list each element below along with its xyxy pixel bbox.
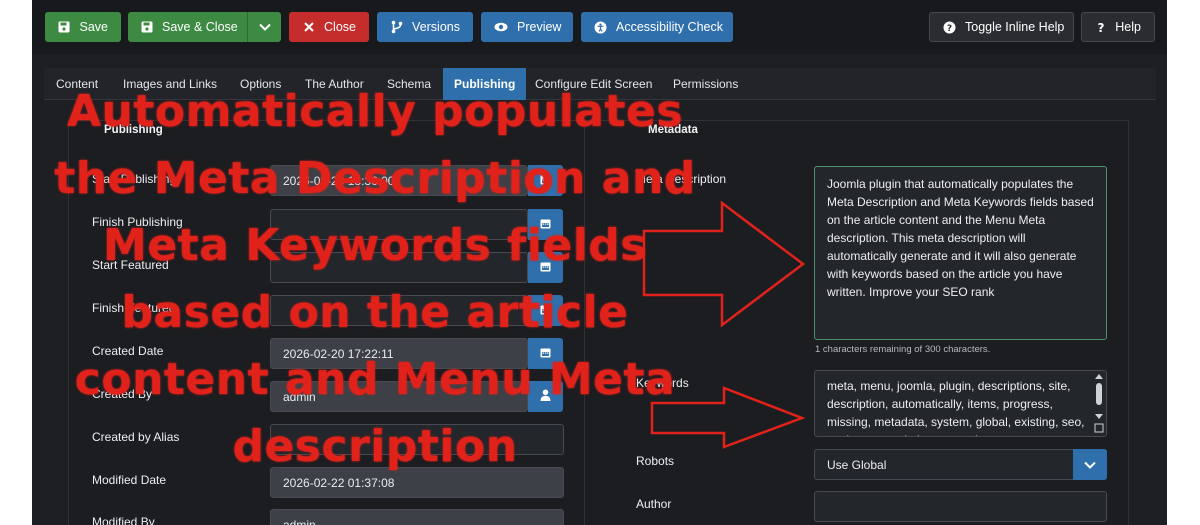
- modified-by-label: Modified By: [92, 515, 155, 525]
- tab-options[interactable]: Options: [240, 68, 281, 100]
- tab-the-author[interactable]: The Author: [305, 68, 364, 100]
- finish-publishing-input[interactable]: [270, 209, 528, 240]
- finish-featured-label: Finish Featured: [92, 301, 176, 315]
- start-publishing-input[interactable]: 2026-02-20 18:36:00: [270, 165, 528, 196]
- tab-images-and-links[interactable]: Images and Links: [123, 68, 217, 100]
- meta-description-textarea[interactable]: Joomla plugin that automatically populat…: [814, 166, 1107, 340]
- robots-label: Robots: [636, 454, 675, 468]
- calendar-icon: [540, 304, 551, 318]
- scrollbar[interactable]: [1094, 373, 1104, 433]
- floppy-disk-icon: [141, 20, 153, 34]
- calendar-icon: [540, 218, 551, 232]
- calendar-icon: [540, 174, 551, 188]
- publishing-legend: Publishing: [104, 124, 163, 136]
- metadata-legend: Metadata: [648, 124, 698, 136]
- close-button[interactable]: Close: [289, 12, 369, 42]
- start-featured-input[interactable]: [270, 252, 528, 283]
- created-by-alias-input[interactable]: [270, 424, 564, 455]
- floppy-disk-icon: [58, 20, 71, 34]
- calendar-button[interactable]: [528, 252, 563, 283]
- modified-by-input: admin: [270, 509, 564, 525]
- code-branch-icon: [390, 20, 403, 34]
- calendar-button[interactable]: [528, 209, 563, 240]
- author-label: Author: [636, 497, 672, 511]
- versions-label: Versions: [412, 20, 460, 34]
- question-icon: ?: [1095, 20, 1106, 34]
- preview-button[interactable]: Preview: [481, 12, 573, 42]
- created-by-label: Created By: [92, 387, 153, 401]
- keywords-label: Keywords: [636, 376, 689, 390]
- save-button[interactable]: Save: [45, 12, 121, 42]
- finish-publishing-label: Finish Publishing: [92, 215, 183, 229]
- created-by-alias-label: Created by Alias: [92, 430, 180, 444]
- tab-content[interactable]: Content: [56, 68, 98, 100]
- keywords-value: meta, menu, joomla, plugin, descriptions…: [827, 379, 1085, 436]
- question-circle-icon: ?: [943, 20, 956, 34]
- save-close-label: Save & Close: [162, 20, 238, 34]
- start-featured-label: Start Featured: [92, 258, 169, 272]
- accessibility-check-label: Accessibility Check: [616, 20, 723, 34]
- calendar-icon: [540, 347, 551, 361]
- toggle-inline-help-label: Toggle Inline Help: [965, 20, 1065, 34]
- calendar-button[interactable]: [528, 338, 563, 369]
- accessibility-icon: [594, 20, 607, 34]
- tab-publishing[interactable]: Publishing: [443, 68, 527, 100]
- editor-tabs: Content Images and Links Options The Aut…: [44, 68, 1156, 100]
- chevron-down-icon: [258, 20, 272, 34]
- select-user-button[interactable]: [528, 381, 563, 412]
- calendar-icon: [540, 261, 551, 275]
- created-date-label: Created Date: [92, 344, 164, 358]
- calendar-button[interactable]: [528, 295, 563, 326]
- help-button[interactable]: ? Help: [1081, 12, 1155, 42]
- help-label: Help: [1115, 20, 1141, 34]
- toggle-inline-help-button[interactable]: ? Toggle Inline Help: [929, 12, 1074, 42]
- close-icon: [302, 20, 315, 34]
- svg-text:?: ?: [947, 24, 952, 34]
- character-counter: 1 characters remaining of 300 characters…: [815, 344, 991, 355]
- keywords-textarea[interactable]: meta, menu, joomla, plugin, descriptions…: [814, 370, 1107, 437]
- chevron-down-icon: [1073, 449, 1107, 480]
- eye-icon: [494, 20, 508, 34]
- save-options-dropdown[interactable]: [247, 12, 281, 42]
- created-date-input[interactable]: 2026-02-20 17:22:11: [270, 338, 528, 369]
- modified-date-input: 2026-02-22 01:37:08: [270, 467, 564, 498]
- save-label: Save: [79, 20, 109, 34]
- tab-configure-edit-screen[interactable]: Configure Edit Screen: [535, 68, 652, 100]
- close-label: Close: [324, 20, 356, 34]
- modified-date-label: Modified Date: [92, 473, 167, 487]
- created-by-input[interactable]: admin: [270, 381, 528, 412]
- save-close-button[interactable]: Save & Close: [128, 12, 250, 42]
- tab-permissions[interactable]: Permissions: [673, 68, 738, 100]
- article-editor: Save Save & Close Close Versions Preview…: [32, 0, 1167, 525]
- preview-label: Preview: [517, 20, 562, 34]
- accessibility-check-button[interactable]: Accessibility Check: [581, 12, 733, 42]
- versions-button[interactable]: Versions: [377, 12, 473, 42]
- svg-text:?: ?: [1097, 21, 1104, 34]
- user-icon: [540, 389, 551, 404]
- calendar-button[interactable]: [528, 165, 563, 196]
- author-input[interactable]: [814, 491, 1107, 522]
- robots-value: Use Global: [827, 457, 887, 472]
- toolbar: Save Save & Close Close Versions Preview…: [32, 0, 1167, 54]
- meta-description-label: Meta Description: [636, 172, 727, 186]
- finish-featured-input[interactable]: [270, 295, 528, 326]
- robots-select[interactable]: Use Global: [814, 449, 1107, 480]
- start-publishing-label: Start Publishing: [92, 172, 177, 186]
- tab-schema[interactable]: Schema: [387, 68, 431, 100]
